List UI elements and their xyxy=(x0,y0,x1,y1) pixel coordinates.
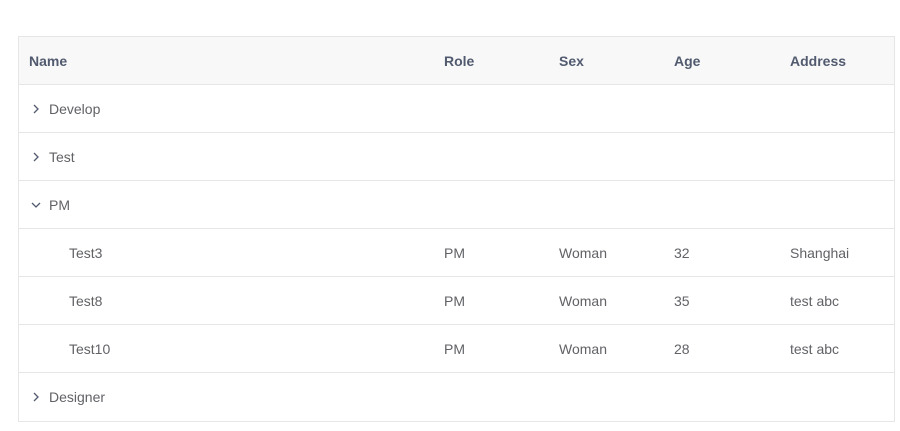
table-row[interactable]: Test10 PM Woman 28 test abc xyxy=(19,325,894,373)
table-row[interactable]: Test8 PM Woman 35 test abc xyxy=(19,277,894,325)
cell-sex: Woman xyxy=(559,244,607,261)
group-label: Test xyxy=(49,148,75,165)
cell-name: Test3 xyxy=(69,244,103,261)
chevron-right-icon[interactable] xyxy=(29,102,43,116)
cell-age: 35 xyxy=(674,292,690,309)
column-header-address[interactable]: Address xyxy=(780,53,894,69)
cell-role: PM xyxy=(444,340,465,357)
table-header: Name Role Sex Age Address xyxy=(19,37,894,85)
chevron-right-icon[interactable] xyxy=(29,390,43,404)
table-row[interactable]: Test3 PM Woman 32 Shanghai xyxy=(19,229,894,277)
group-row-develop[interactable]: Develop xyxy=(19,85,894,133)
group-label: Designer xyxy=(49,389,106,405)
cell-age: 32 xyxy=(674,244,690,261)
group-row-designer[interactable]: Designer xyxy=(19,373,894,421)
cell-name: Test10 xyxy=(69,340,111,357)
column-header-name[interactable]: Name xyxy=(19,53,434,69)
cell-sex: Woman xyxy=(559,292,607,309)
chevron-down-icon[interactable] xyxy=(29,198,43,212)
cell-name: Test8 xyxy=(69,292,103,309)
group-label: PM xyxy=(49,196,70,213)
group-label: Develop xyxy=(49,100,101,117)
group-row-pm[interactable]: PM xyxy=(19,181,894,229)
group-row-test[interactable]: Test xyxy=(19,133,894,181)
cell-address: test abc xyxy=(790,292,840,309)
column-header-age[interactable]: Age xyxy=(664,53,780,69)
column-header-sex[interactable]: Sex xyxy=(549,53,664,69)
column-header-role[interactable]: Role xyxy=(434,53,549,69)
chevron-right-icon[interactable] xyxy=(29,150,43,164)
cell-address: test abc xyxy=(790,340,840,357)
cell-role: PM xyxy=(444,244,465,261)
cell-sex: Woman xyxy=(559,340,607,357)
cell-role: PM xyxy=(444,292,465,309)
cell-address: Shanghai xyxy=(790,244,850,261)
tree-table: Name Role Sex Age Address Develop Test P… xyxy=(18,36,895,422)
cell-age: 28 xyxy=(674,340,690,357)
